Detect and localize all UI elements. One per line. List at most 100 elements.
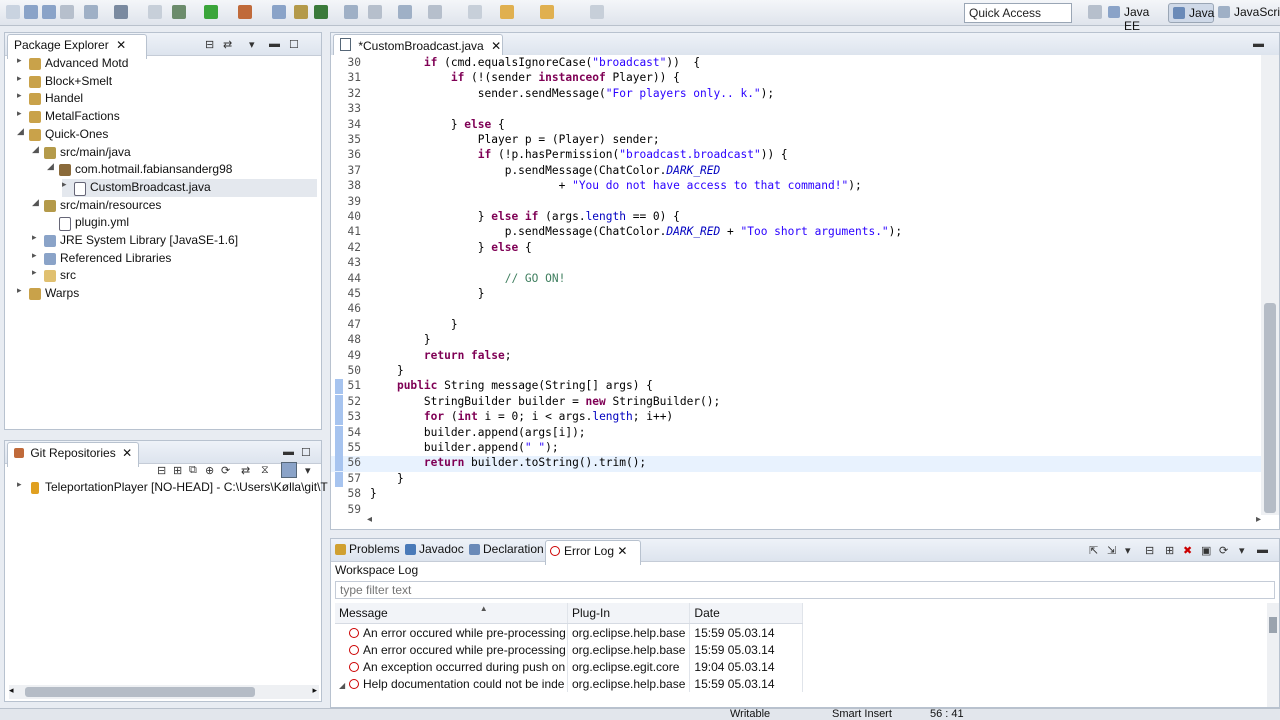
pin-icon[interactable] <box>468 5 482 19</box>
expand-icon[interactable]: ▸ <box>17 108 27 119</box>
clear-log-icon[interactable]: ⊟ <box>1145 544 1154 557</box>
code-line[interactable]: 55 builder.append(" "); <box>331 441 1261 456</box>
tree-item[interactable]: ▸ Block+Smelt <box>17 73 317 91</box>
collapse-icon[interactable]: ◢ <box>32 197 42 208</box>
vertical-scrollbar[interactable] <box>1267 603 1279 707</box>
tree-item[interactable]: ◢ src/main/java <box>32 144 317 162</box>
code-line[interactable]: 52 StringBuilder builder = new StringBui… <box>331 394 1261 410</box>
link-with-editor-icon[interactable]: ⇄ <box>223 38 232 51</box>
tab-git-repositories[interactable]: Git Repositories ✕ <box>7 442 139 467</box>
view-menu-icon[interactable]: ▾ <box>249 38 255 51</box>
open-log-icon[interactable]: ▣ <box>1201 544 1211 557</box>
expand-icon[interactable]: ▸ <box>17 479 27 490</box>
tree-item[interactable]: ▸ Handel <box>17 90 317 108</box>
collapse-icon[interactable]: ◢ <box>17 126 27 137</box>
filter-input[interactable] <box>335 581 1275 599</box>
code-line[interactable]: 50 } <box>331 364 1261 379</box>
horizontal-scrollbar[interactable]: ◂ ▸ <box>9 685 319 699</box>
horizontal-scrollbar[interactable]: ◂ ▸ <box>367 513 1261 529</box>
save-icon[interactable] <box>24 5 38 19</box>
view-menu-icon[interactable]: ▾ <box>1125 544 1131 557</box>
create-repository-icon[interactable]: ⊕ <box>205 464 214 477</box>
expand-icon[interactable]: ▸ <box>32 267 42 278</box>
search-icon[interactable] <box>368 5 382 19</box>
run-icon[interactable] <box>204 5 218 19</box>
code-line[interactable]: 51 public String message(String[] args) … <box>331 379 1261 395</box>
expand-icon[interactable]: ▸ <box>17 73 27 84</box>
git-repository-item[interactable]: ▸ TeleportationPlayer [NO-HEAD] - C:\Use… <box>17 479 328 497</box>
scroll-left-icon[interactable]: ◂ <box>367 514 372 525</box>
maximize-icon[interactable]: ☐ <box>289 38 299 51</box>
debug-icon[interactable] <box>172 5 186 19</box>
view-menu-icon[interactable]: ▾ <box>305 464 311 477</box>
code-line[interactable]: 47 } <box>331 318 1261 333</box>
quick-access-input[interactable]: Quick Access <box>964 3 1072 23</box>
tree-item[interactable]: ▸ Warps <box>17 285 317 303</box>
refresh-icon[interactable]: ⟳ <box>221 464 230 477</box>
back-icon[interactable] <box>500 5 514 19</box>
table-row[interactable]: An error occured while pre-processing org… <box>335 623 804 641</box>
import-log-icon[interactable]: ⇲ <box>1107 544 1116 557</box>
column-header-date[interactable]: Date <box>689 603 804 624</box>
maximize-icon[interactable]: ☐ <box>301 446 311 459</box>
save-all-icon[interactable] <box>42 5 56 19</box>
code-line[interactable]: 48 } <box>331 333 1261 348</box>
tree-item[interactable]: ▸ src <box>32 267 317 285</box>
perspective-javascript[interactable]: JavaScrip <box>1214 3 1280 23</box>
toolbar-menu-icon[interactable] <box>590 5 604 19</box>
vertical-scrollbar[interactable] <box>1261 55 1279 515</box>
close-icon[interactable]: ✕ <box>116 38 126 52</box>
gear-icon[interactable] <box>114 5 128 19</box>
filter-icon[interactable]: ⊞ <box>1165 544 1174 557</box>
code-line[interactable]: 58} <box>331 487 1261 502</box>
code-line[interactable]: 39 <box>331 195 1261 210</box>
code-line[interactable]: 31 if (!(sender instanceof Player)) { <box>331 71 1261 86</box>
code-line[interactable]: 38 + "You do not have access to that com… <box>331 179 1261 194</box>
code-line[interactable]: 30 if (cmd.equalsIgnoreCase("broadcast")… <box>331 56 1261 71</box>
open-perspective-icon[interactable] <box>1088 5 1102 19</box>
code-line[interactable]: 42 } else { <box>331 241 1261 256</box>
filter-icon[interactable]: ⧖ <box>261 464 269 477</box>
code-line[interactable]: 37 p.sendMessage(ChatColor.DARK_RED <box>331 164 1261 179</box>
tree-item[interactable]: ▸ MetalFactions <box>17 108 317 126</box>
expand-icon[interactable]: ▸ <box>17 285 27 296</box>
code-line[interactable]: 40 } else if (args.length == 0) { <box>331 210 1261 225</box>
tree-item[interactable]: ▸ Advanced Motd <box>17 55 317 73</box>
table-row[interactable]: ◢ Help documentation could not be inde org… <box>335 675 804 692</box>
new-package-icon[interactable] <box>294 5 308 19</box>
delete-log-icon[interactable]: ✖ <box>1183 544 1192 557</box>
minimize-icon[interactable]: ▬ <box>269 38 280 50</box>
skip-breakpoints-icon[interactable] <box>148 5 162 19</box>
code-line[interactable]: 49 return false; <box>331 349 1261 364</box>
open-type-icon[interactable] <box>344 5 358 19</box>
close-icon[interactable]: ✕ <box>617 544 627 558</box>
scrollbar-thumb[interactable] <box>1264 303 1276 513</box>
code-line[interactable]: 43 <box>331 256 1261 271</box>
code-line[interactable]: 36 if (!p.hasPermission("broadcast.broad… <box>331 148 1261 163</box>
code-line[interactable]: 35 Player p = (Player) sender; <box>331 133 1261 148</box>
code-line[interactable]: 56 return builder.toString().trim(); <box>331 456 1261 472</box>
collapse-icon[interactable]: ◢ <box>32 144 42 155</box>
code-line[interactable]: 44 // GO ON! <box>331 272 1261 287</box>
server-icon[interactable] <box>84 5 98 19</box>
close-icon[interactable]: ✕ <box>122 446 132 460</box>
code-line[interactable]: 41 p.sendMessage(ChatColor.DARK_RED + "T… <box>331 225 1261 240</box>
code-line[interactable]: 54 builder.append(args[i]); <box>331 425 1261 441</box>
expand-icon[interactable]: ▸ <box>17 90 27 101</box>
scrollbar-right-icon[interactable]: ▸ <box>312 685 317 696</box>
code-line[interactable]: 46 <box>331 302 1261 317</box>
tree-item[interactable]: ▸ Referenced Libraries <box>32 250 317 268</box>
minimize-icon[interactable]: ▬ <box>1253 38 1264 50</box>
open-task-icon[interactable] <box>398 5 412 19</box>
new-java-project-icon[interactable] <box>272 5 286 19</box>
code-line[interactable]: 34 } else { <box>331 118 1261 133</box>
column-header-plugin[interactable]: Plug-In <box>567 603 691 624</box>
clone-repository-icon[interactable]: ⧉ <box>189 464 197 477</box>
expand-icon[interactable]: ▸ <box>32 250 42 261</box>
scrollbar-thumb[interactable] <box>1269 617 1277 633</box>
code-line[interactable]: 32 sender.sendMessage("For players only.… <box>331 87 1261 102</box>
code-line[interactable]: 57 } <box>331 471 1261 487</box>
code-line[interactable]: 45 } <box>331 287 1261 302</box>
link-icon[interactable] <box>281 462 297 478</box>
minimize-icon[interactable]: ▬ <box>1257 544 1268 556</box>
